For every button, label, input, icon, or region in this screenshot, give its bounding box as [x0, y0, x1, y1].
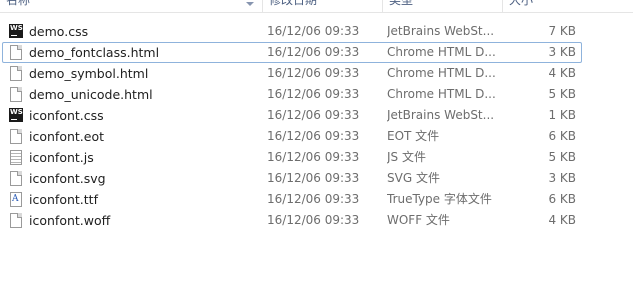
file-size: 4 KB — [548, 213, 576, 227]
file-type: JS 文件 — [387, 150, 426, 164]
file-date: 16/12/06 09:33 — [267, 171, 360, 185]
html-file-icon — [10, 87, 22, 102]
text-file-icon — [10, 150, 22, 165]
file-type: JetBrains WebSt... — [387, 24, 495, 38]
file-size: 5 KB — [548, 87, 576, 101]
file-row[interactable]: demo_symbol.html 16/12/06 09:33 Chrome H… — [2, 63, 582, 84]
file-date: 16/12/06 09:33 — [267, 213, 360, 227]
webstorm-icon: WS — [9, 108, 23, 122]
file-type: EOT 文件 — [387, 129, 440, 143]
file-type: WOFF 文件 — [387, 213, 450, 227]
file-date: 16/12/06 09:33 — [267, 24, 360, 38]
file-size: 7 KB — [548, 24, 576, 38]
file-name: iconfont.eot — [29, 129, 104, 144]
file-type: SVG 文件 — [387, 171, 440, 185]
file-date: 16/12/06 09:33 — [267, 192, 360, 206]
column-header-bar: 名称 修改日期 类型 大小 — [0, 0, 633, 13]
file-size: 3 KB — [548, 171, 576, 185]
file-name: iconfont.js — [29, 150, 94, 165]
column-header-date[interactable]: 修改日期 — [262, 0, 382, 12]
file-row-focused[interactable]: demo_fontclass.html 16/12/06 09:33 Chrom… — [2, 42, 582, 63]
file-date: 16/12/06 09:33 — [267, 129, 360, 143]
file-date: 16/12/06 09:33 — [267, 87, 360, 101]
file-name: demo.css — [29, 24, 89, 39]
html-file-icon — [10, 45, 22, 60]
file-date: 16/12/06 09:33 — [267, 150, 360, 164]
file-name: iconfont.css — [29, 108, 104, 123]
file-row[interactable]: iconfont.eot 16/12/06 09:33 EOT 文件 6 KB — [2, 126, 582, 147]
html-file-icon — [10, 66, 22, 81]
file-size: 3 KB — [548, 45, 576, 59]
column-header-type[interactable]: 类型 — [382, 0, 502, 12]
file-name: demo_fontclass.html — [29, 45, 160, 60]
webstorm-icon: WS — [9, 24, 23, 38]
file-list: WS demo.css 16/12/06 09:33 JetBrains Web… — [0, 21, 633, 231]
file-name: demo_symbol.html — [29, 66, 149, 81]
file-type: JetBrains WebSt... — [387, 108, 495, 122]
column-header-name[interactable]: 名称 — [0, 0, 262, 12]
generic-file-icon — [10, 213, 22, 228]
file-size: 6 KB — [548, 129, 576, 143]
file-name: iconfont.ttf — [29, 192, 98, 207]
file-row[interactable]: WS iconfont.css 16/12/06 09:33 JetBrains… — [2, 105, 582, 126]
file-name: demo_unicode.html — [29, 87, 153, 102]
file-name: iconfont.svg — [29, 171, 106, 186]
file-row[interactable]: A iconfont.ttf 16/12/06 09:33 TrueType 字… — [2, 189, 582, 210]
file-name: iconfont.woff — [29, 213, 111, 228]
file-type: Chrome HTML D... — [387, 66, 496, 80]
generic-file-icon — [10, 129, 22, 144]
file-row[interactable]: iconfont.js 16/12/06 09:33 JS 文件 5 KB — [2, 147, 582, 168]
file-size: 4 KB — [548, 66, 576, 80]
file-row[interactable]: WS demo.css 16/12/06 09:33 JetBrains Web… — [2, 21, 582, 42]
file-type: Chrome HTML D... — [387, 45, 496, 59]
sort-chevron-down-icon — [246, 2, 254, 6]
generic-file-icon — [10, 171, 22, 186]
file-date: 16/12/06 09:33 — [267, 66, 360, 80]
file-date: 16/12/06 09:33 — [267, 108, 360, 122]
file-row[interactable]: iconfont.woff 16/12/06 09:33 WOFF 文件 4 K… — [2, 210, 582, 231]
column-header-size[interactable]: 大小 — [502, 0, 582, 12]
truetype-font-icon: A — [10, 192, 22, 207]
file-row[interactable]: iconfont.svg 16/12/06 09:33 SVG 文件 3 KB — [2, 168, 582, 189]
file-explorer: 名称 修改日期 类型 大小 WS demo.css 16/12/06 09:33… — [0, 0, 633, 306]
file-type: TrueType 字体文件 — [387, 192, 492, 206]
file-size: 6 KB — [548, 192, 576, 206]
file-row[interactable]: demo_unicode.html 16/12/06 09:33 Chrome … — [2, 84, 582, 105]
file-type: Chrome HTML D... — [387, 87, 496, 101]
file-date: 16/12/06 09:33 — [267, 45, 360, 59]
file-size: 1 KB — [548, 108, 576, 122]
file-size: 5 KB — [548, 150, 576, 164]
